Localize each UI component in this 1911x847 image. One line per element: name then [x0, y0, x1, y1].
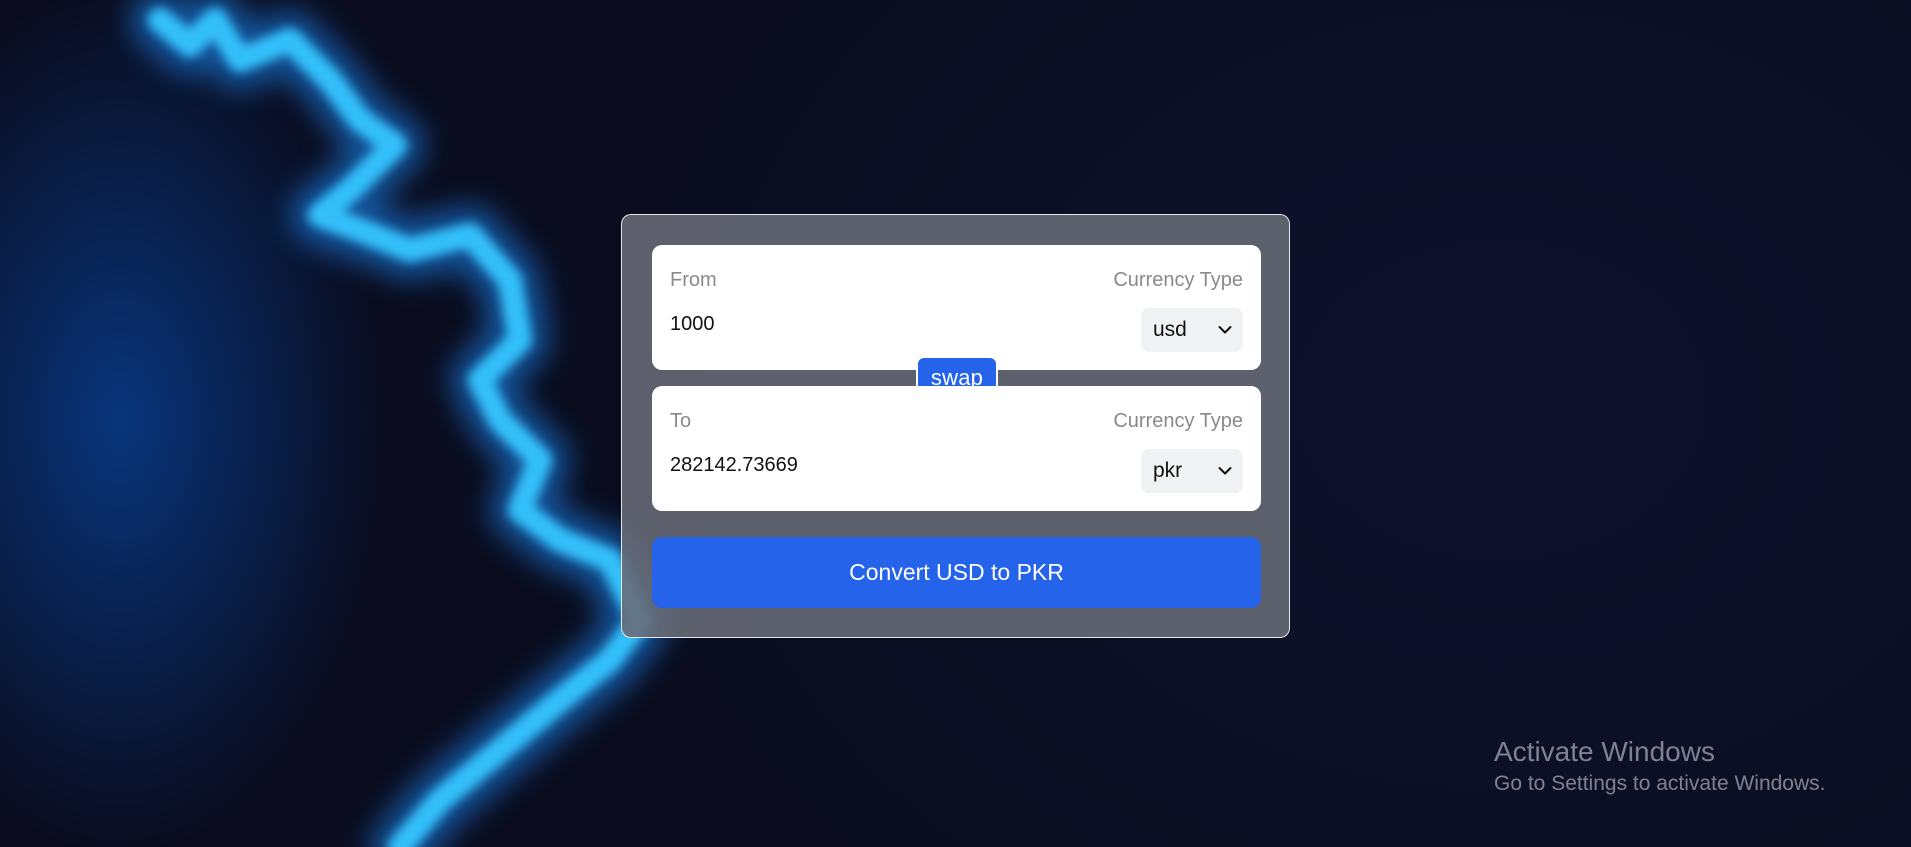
from-currency-type-label: Currency Type [1113, 269, 1243, 291]
chevron-down-icon [1217, 322, 1233, 338]
to-currency-select[interactable]: pkr [1141, 449, 1243, 493]
to-currency-value: pkr [1153, 459, 1183, 482]
to-amount-input[interactable]: 282142.73669 [670, 454, 1070, 477]
to-label: To [670, 410, 692, 432]
from-panel: From Currency Type 1000 usd [652, 245, 1261, 370]
to-panel: To Currency Type 282142.73669 pkr [652, 386, 1261, 511]
convert-button[interactable]: Convert USD to PKR [652, 537, 1261, 608]
chevron-down-icon [1217, 463, 1233, 479]
converter-card: From Currency Type 1000 usd swap To Curr… [621, 214, 1290, 638]
watermark-subtitle: Go to Settings to activate Windows. [1494, 772, 1826, 795]
from-currency-value: usd [1153, 318, 1187, 341]
watermark-title: Activate Windows [1494, 736, 1715, 767]
from-label: From [670, 269, 717, 291]
from-amount-input[interactable]: 1000 [670, 313, 1070, 336]
to-currency-type-label: Currency Type [1113, 410, 1243, 432]
activate-windows-watermark: Activate Windows Go to Settings to activ… [1494, 734, 1826, 798]
from-currency-select[interactable]: usd [1141, 308, 1243, 352]
